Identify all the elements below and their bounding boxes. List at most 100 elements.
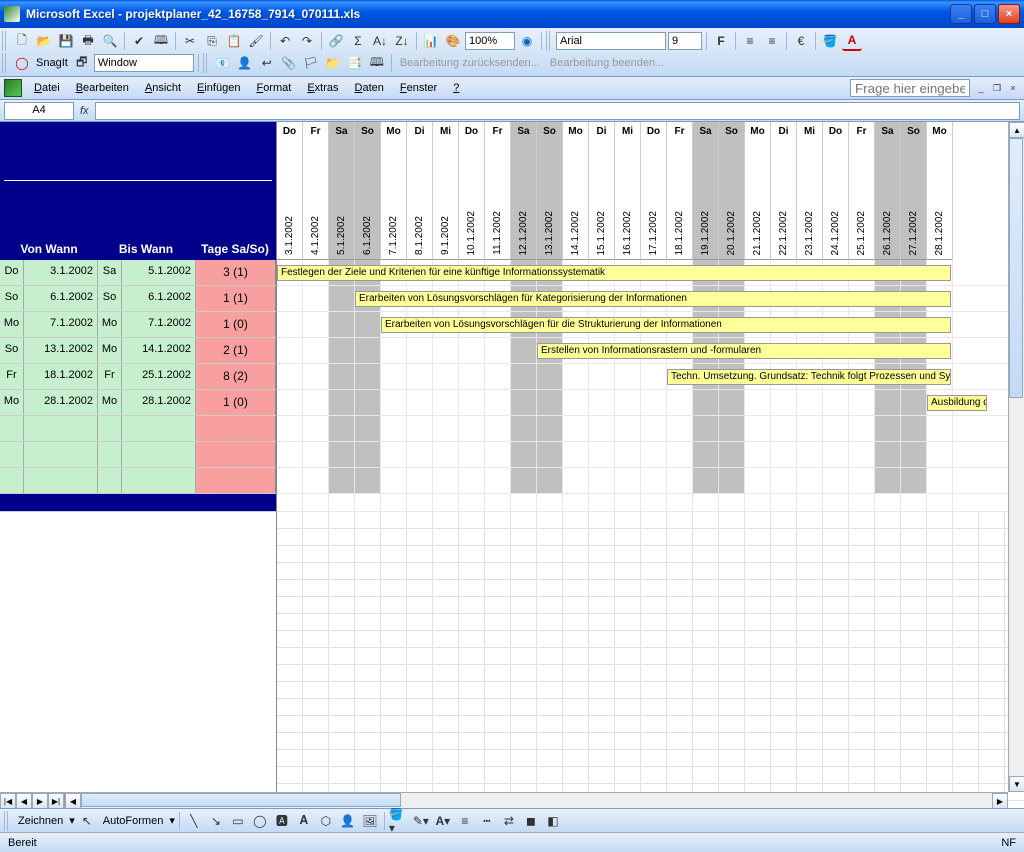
font-size-dropdown[interactable]: 9 — [668, 32, 702, 50]
vertical-scrollbar[interactable]: ▲ ▼ — [1008, 122, 1024, 792]
save-icon[interactable]: 💾 — [56, 31, 76, 51]
empty-cell-row[interactable] — [277, 767, 1024, 784]
cell-von-day[interactable]: Mo — [0, 312, 24, 337]
print-icon[interactable]: 🖶 — [78, 31, 98, 51]
cell-bis-date[interactable]: 6.1.2002 — [122, 286, 196, 311]
day-column[interactable]: Do17.1.2002 — [641, 122, 667, 260]
gantt-row[interactable]: Festlegen der Ziele und Kriterien für ei… — [277, 260, 1024, 286]
toolbar-grip[interactable] — [203, 53, 209, 73]
day-column[interactable]: Fr11.1.2002 — [485, 122, 511, 260]
name-box[interactable]: A4 — [4, 102, 74, 120]
picture-icon[interactable]: 🖼 — [360, 811, 380, 831]
fill-color-icon[interactable]: 🪣 — [820, 31, 840, 51]
toolbar-grip[interactable] — [2, 53, 8, 73]
sheet-nav[interactable]: |◀ ◀ ▶ ▶| — [0, 793, 65, 808]
empty-cell-row[interactable] — [277, 512, 1024, 529]
cell-von-day[interactable]: Fr — [0, 364, 24, 389]
day-column[interactable]: So13.1.2002 — [537, 122, 563, 260]
new-icon[interactable]: 🗋 — [12, 31, 32, 51]
sheet-prev-icon[interactable]: ◀ — [16, 793, 32, 808]
scroll-up-icon[interactable]: ▲ — [1009, 122, 1024, 138]
gantt-bar[interactable]: Festlegen der Ziele und Kriterien für ei… — [277, 265, 951, 281]
sheet-first-icon[interactable]: |◀ — [0, 793, 16, 808]
day-column[interactable]: Do10.1.2002 — [459, 122, 485, 260]
task-row[interactable]: So13.1.2002Mo14.1.20022 (1) — [0, 338, 276, 364]
dash-style-icon[interactable]: ┅ — [477, 811, 497, 831]
close-button[interactable]: × — [998, 4, 1020, 24]
day-column[interactable]: Sa19.1.2002 — [693, 122, 719, 260]
day-column[interactable]: Di22.1.2002 — [771, 122, 797, 260]
cell-von-date[interactable]: 13.1.2002 — [24, 338, 98, 363]
line-color-icon[interactable]: ✎▾ — [411, 811, 431, 831]
day-column[interactable]: So27.1.2002 — [901, 122, 927, 260]
task-row[interactable]: Fr18.1.2002Fr25.1.20028 (2) — [0, 364, 276, 390]
empty-cell-row[interactable] — [277, 648, 1024, 665]
undo-icon[interactable]: ↶ — [275, 31, 295, 51]
reply-icon[interactable]: ↩ — [257, 53, 277, 73]
arrow-icon[interactable]: ↘ — [206, 811, 226, 831]
menu-fenster[interactable]: Fenster — [392, 80, 445, 96]
empty-cell-row[interactable] — [277, 563, 1024, 580]
recipient-icon[interactable]: 👤 — [235, 53, 255, 73]
scroll-left-icon[interactable]: ◀ — [65, 793, 81, 808]
arrow-style-icon[interactable]: ⇄ — [499, 811, 519, 831]
gantt-row[interactable]: Techn. Umsetzung. Grundsatz: Technik fol… — [277, 364, 1024, 390]
zoom-dropdown[interactable]: 100% — [465, 32, 515, 50]
align-right-icon[interactable]: ≡ — [762, 31, 782, 51]
day-column[interactable]: So20.1.2002 — [719, 122, 745, 260]
gantt-row-empty[interactable] — [277, 468, 1024, 494]
fill-icon[interactable]: 🪣▾ — [389, 811, 409, 831]
font-color-icon[interactable]: A▾ — [433, 811, 453, 831]
redo-icon[interactable]: ↷ — [297, 31, 317, 51]
cut-icon[interactable]: ✂ — [180, 31, 200, 51]
gantt-row[interactable]: Erarbeiten von Lösungsvorschlägen für di… — [277, 312, 1024, 338]
empty-cell-row[interactable] — [277, 716, 1024, 733]
empty-cell-row[interactable] — [277, 614, 1024, 631]
cell-bis-date[interactable]: 5.1.2002 — [122, 260, 196, 285]
cell-bis-day[interactable]: So — [98, 286, 122, 311]
hyperlink-icon[interactable]: 🔗 — [326, 31, 346, 51]
empty-cell-row[interactable] — [277, 699, 1024, 716]
align-left-icon[interactable]: ≡ — [740, 31, 760, 51]
flag-icon[interactable]: 🏳 — [301, 53, 321, 73]
clipart-icon[interactable]: 👤 — [338, 811, 358, 831]
gantt-bar[interactable]: Techn. Umsetzung. Grundsatz: Technik fol… — [667, 369, 951, 385]
gantt-row[interactable]: Erarbeiten von Lösungsvorschlägen für Ka… — [277, 286, 1024, 312]
menu-einfügen[interactable]: Einfügen — [189, 80, 248, 96]
snagit-icon[interactable]: ◯ — [12, 53, 32, 73]
snagit-window-icon[interactable]: 🗗 — [72, 53, 92, 73]
diagram-icon[interactable]: ⬡ — [316, 811, 336, 831]
currency-icon[interactable]: € — [791, 31, 811, 51]
day-column[interactable]: Do24.1.2002 — [823, 122, 849, 260]
help-icon[interactable]: ◉ — [517, 31, 537, 51]
menu-extras[interactable]: Extras — [299, 80, 346, 96]
gantt-bar[interactable]: Erarbeiten von Lösungsvorschlägen für di… — [381, 317, 951, 333]
formula-input[interactable] — [95, 102, 1020, 120]
toolbar-grip[interactable] — [546, 31, 552, 51]
sheet-next-icon[interactable]: ▶ — [32, 793, 48, 808]
gantt-row-empty[interactable] — [277, 416, 1024, 442]
task-row[interactable]: So6.1.2002So6.1.20021 (1) — [0, 286, 276, 312]
line-icon[interactable]: ╲ — [184, 811, 204, 831]
gantt-row[interactable]: Ausbildung der Anwend — [277, 390, 1024, 416]
format-painter-icon[interactable]: 🖌 — [246, 31, 266, 51]
task-row[interactable]: Mo28.1.2002Mo28.1.20021 (0) — [0, 390, 276, 416]
doc-close-button[interactable]: × — [1006, 81, 1020, 95]
scroll-right-icon[interactable]: ▶ — [992, 793, 1008, 808]
3d-icon[interactable]: ◧ — [543, 811, 563, 831]
cell-von-date[interactable]: 28.1.2002 — [24, 390, 98, 415]
autoformen-label[interactable]: AutoFormen — [99, 815, 168, 827]
day-column[interactable]: Do3.1.2002 — [277, 122, 303, 260]
cell-tage[interactable]: 1 (0) — [196, 312, 276, 337]
gantt-bar[interactable]: Ausbildung der Anwend — [927, 395, 987, 411]
cell-bis-date[interactable]: 14.1.2002 — [122, 338, 196, 363]
empty-cell-row[interactable] — [277, 733, 1024, 750]
gantt-bar[interactable]: Erarbeiten von Lösungsvorschlägen für Ka… — [355, 291, 951, 307]
cell-von-date[interactable]: 18.1.2002 — [24, 364, 98, 389]
sort-desc-icon[interactable]: Z↓ — [392, 31, 412, 51]
spelling-icon[interactable]: ✔ — [129, 31, 149, 51]
day-column[interactable]: Di15.1.2002 — [589, 122, 615, 260]
empty-cell-row[interactable] — [277, 546, 1024, 563]
day-column[interactable]: Mo14.1.2002 — [563, 122, 589, 260]
gantt-area[interactable]: Do3.1.2002Fr4.1.2002Sa5.1.2002So6.1.2002… — [277, 122, 1024, 808]
